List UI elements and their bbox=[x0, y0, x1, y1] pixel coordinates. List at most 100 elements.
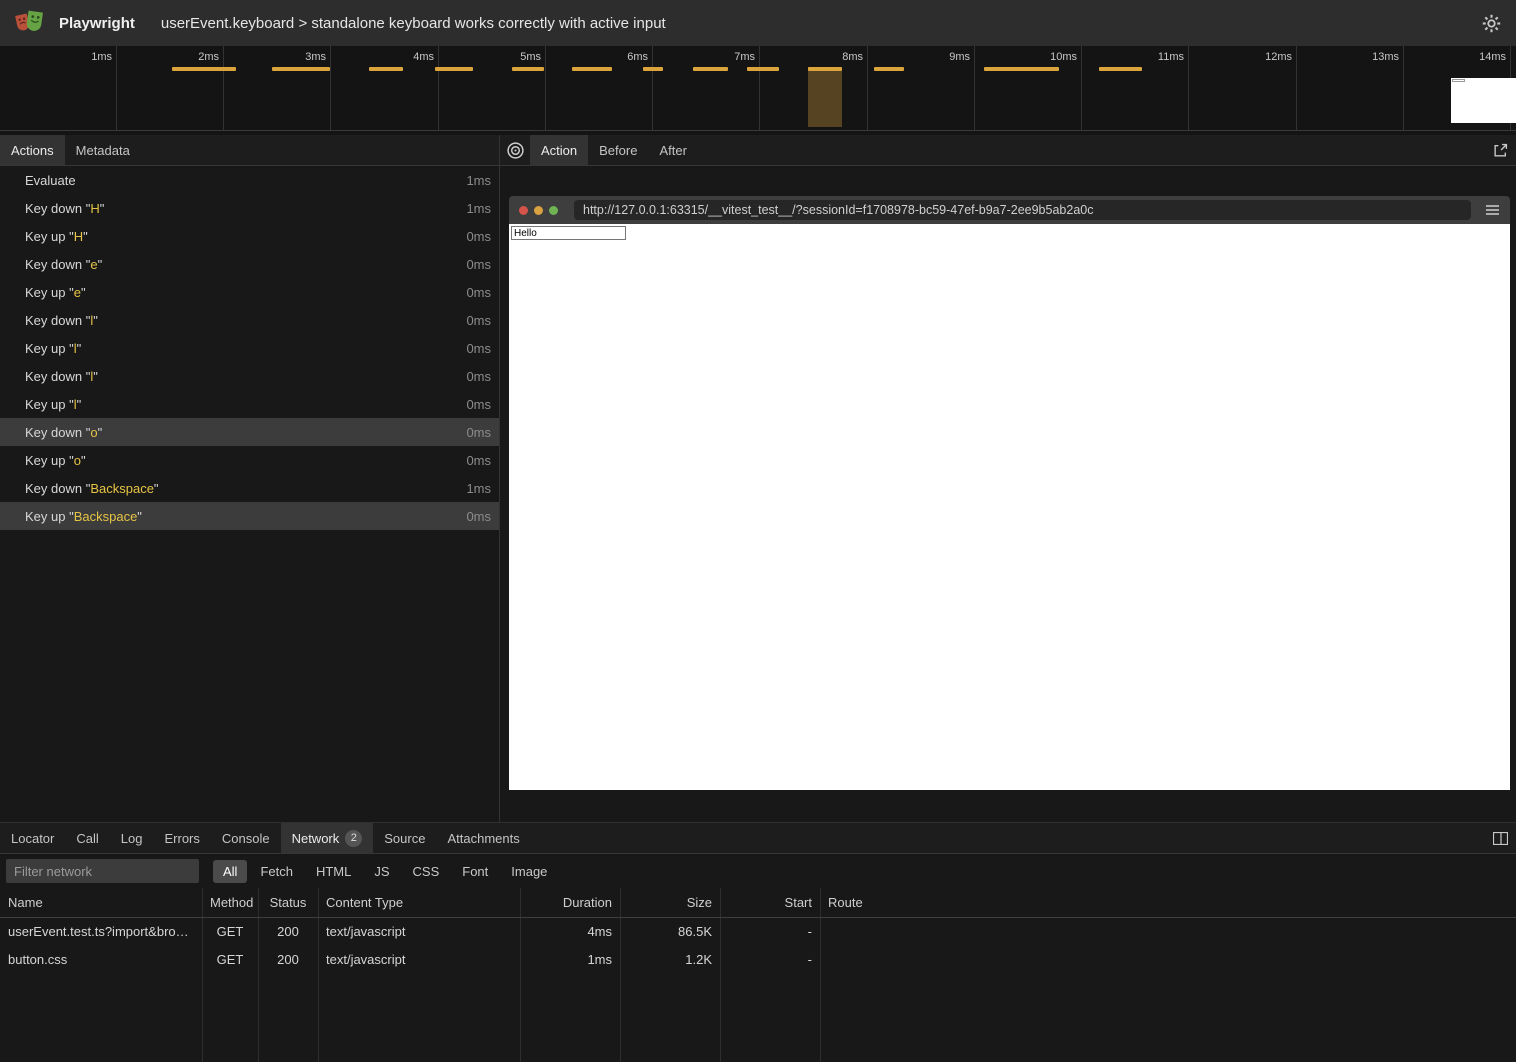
tab-before[interactable]: Before bbox=[588, 135, 648, 165]
action-key: l bbox=[74, 397, 77, 412]
timeline[interactable]: 1ms2ms3ms4ms5ms6ms7ms8ms9ms10ms11ms12ms1… bbox=[0, 46, 1516, 131]
timeline-tick-label: 10ms bbox=[999, 51, 1077, 63]
action-key: o bbox=[90, 425, 97, 440]
action-duration: 1ms bbox=[466, 201, 491, 216]
action-row[interactable]: Key up "Backspace"0ms bbox=[0, 502, 499, 530]
timeline-action-bar[interactable] bbox=[272, 67, 330, 71]
action-key: l bbox=[90, 369, 93, 384]
net-header-content-type[interactable]: Content Type bbox=[318, 888, 520, 917]
filter-chip-js[interactable]: JS bbox=[364, 860, 399, 883]
net-cell-content-type: text/javascript bbox=[318, 918, 520, 946]
action-row[interactable]: Key down "Backspace"1ms bbox=[0, 474, 499, 502]
action-duration: 0ms bbox=[466, 369, 491, 384]
action-row[interactable]: Key down "H"1ms bbox=[0, 194, 499, 222]
net-cell-start: - bbox=[720, 946, 820, 974]
action-row[interactable]: Key down "e"0ms bbox=[0, 250, 499, 278]
action-row[interactable]: Key up "l" 0ms bbox=[0, 334, 499, 362]
timeline-action-bar[interactable] bbox=[435, 67, 473, 71]
network-request-row[interactable]: button.cssGET200text/javascript1ms1.2K- bbox=[0, 946, 1516, 974]
action-row[interactable]: Key down "l"0ms bbox=[0, 306, 499, 334]
timeline-tick-label: 12ms bbox=[1214, 51, 1292, 63]
net-cell-size: 1.2K bbox=[620, 946, 720, 974]
playwright-masks-icon bbox=[14, 9, 47, 38]
timeline-action-bar[interactable] bbox=[984, 67, 1059, 71]
columns-icon[interactable] bbox=[1493, 832, 1508, 845]
tab-call[interactable]: Call bbox=[65, 823, 109, 853]
action-title: Key up "l" bbox=[25, 397, 81, 412]
timeline-gridline bbox=[759, 46, 760, 130]
timeline-action-bar[interactable] bbox=[747, 67, 779, 71]
network-filter-input[interactable] bbox=[6, 859, 199, 883]
action-row[interactable]: Evaluate1ms bbox=[0, 166, 499, 194]
tab-locator[interactable]: Locator bbox=[0, 823, 65, 853]
timeline-action-bar[interactable] bbox=[1099, 67, 1142, 71]
timeline-action-bar[interactable] bbox=[512, 67, 544, 71]
timeline-action-bar[interactable] bbox=[808, 67, 842, 71]
target-icon[interactable] bbox=[500, 135, 530, 165]
timeline-action-bar[interactable] bbox=[643, 67, 663, 71]
timeline-gridline bbox=[1296, 46, 1297, 130]
filter-chip-image[interactable]: Image bbox=[501, 860, 557, 883]
net-header-route[interactable]: Route bbox=[820, 888, 1516, 917]
popout-icon[interactable] bbox=[1493, 143, 1508, 158]
action-row[interactable]: Key down "o"0ms bbox=[0, 418, 499, 446]
timeline-action-bar[interactable] bbox=[874, 67, 904, 71]
tab-actions[interactable]: Actions bbox=[0, 135, 65, 165]
net-header-size[interactable]: Size bbox=[620, 888, 720, 917]
filter-chip-fetch[interactable]: Fetch bbox=[250, 860, 303, 883]
action-row[interactable]: Key up "o"0ms bbox=[0, 446, 499, 474]
net-header-name[interactable]: Name bbox=[0, 888, 202, 917]
action-row[interactable]: Key up "e"0ms bbox=[0, 278, 499, 306]
tab-console[interactable]: Console bbox=[211, 823, 281, 853]
timeline-action-bar[interactable] bbox=[369, 67, 403, 71]
timeline-tick-label: 8ms bbox=[785, 51, 863, 63]
tab-errors[interactable]: Errors bbox=[153, 823, 210, 853]
topbar: Playwright userEvent.keyboard > standalo… bbox=[0, 0, 1516, 46]
hamburger-icon bbox=[1485, 204, 1500, 216]
network-table-body: userEvent.test.ts?import&bro…GET200text/… bbox=[0, 918, 1516, 974]
tab-metadata[interactable]: Metadata bbox=[65, 135, 141, 165]
net-header-method[interactable]: Method bbox=[202, 888, 258, 917]
gear-icon[interactable] bbox=[1481, 13, 1502, 34]
timeline-action-bar[interactable] bbox=[693, 67, 728, 71]
tab-log[interactable]: Log bbox=[110, 823, 154, 853]
action-duration: 0ms bbox=[466, 229, 491, 244]
action-duration: 1ms bbox=[466, 481, 491, 496]
net-cell-route bbox=[820, 918, 1516, 946]
net-header-duration[interactable]: Duration bbox=[520, 888, 620, 917]
tab-action[interactable]: Action bbox=[530, 135, 588, 165]
network-request-row[interactable]: userEvent.test.ts?import&bro…GET200text/… bbox=[0, 918, 1516, 946]
timeline-tick-label: 1ms bbox=[34, 51, 112, 63]
filter-chip-all[interactable]: All bbox=[213, 860, 247, 883]
filter-chip-html[interactable]: HTML bbox=[306, 860, 361, 883]
action-title: Key down "l" bbox=[25, 369, 98, 384]
timeline-action-bar[interactable] bbox=[172, 67, 236, 71]
filter-chip-font[interactable]: Font bbox=[452, 860, 498, 883]
timeline-tick-label: 2ms bbox=[141, 51, 219, 63]
action-row[interactable]: Key up "H"0ms bbox=[0, 222, 499, 250]
action-row[interactable]: Key down "l" 0ms bbox=[0, 362, 499, 390]
action-title: Key down "o" bbox=[25, 425, 102, 440]
tab-after[interactable]: After bbox=[648, 135, 697, 165]
tab-attachments[interactable]: Attachments bbox=[436, 823, 530, 853]
page-text-input[interactable] bbox=[511, 226, 626, 240]
timeline-action-bar[interactable] bbox=[572, 67, 612, 71]
net-header-start[interactable]: Start bbox=[720, 888, 820, 917]
action-row[interactable]: Key up "l" 0ms bbox=[0, 390, 499, 418]
timeline-tick-label: 14ms bbox=[1428, 51, 1506, 63]
action-duration: 0ms bbox=[466, 285, 491, 300]
net-cell-duration: 4ms bbox=[520, 918, 620, 946]
network-type-chips: AllFetchHTMLJSCSSFontImage bbox=[213, 860, 560, 883]
bottom-panel: LocatorCallLogErrorsConsoleNetwork2Sourc… bbox=[0, 822, 1516, 1062]
action-key: l bbox=[90, 313, 93, 328]
action-title: Key up "l" bbox=[25, 341, 81, 356]
timeline-gridline bbox=[116, 46, 117, 130]
action-key: o bbox=[74, 453, 81, 468]
action-duration: 0ms bbox=[466, 341, 491, 356]
action-duration: 0ms bbox=[466, 397, 491, 412]
timeline-tick-label: 7ms bbox=[677, 51, 755, 63]
net-header-status[interactable]: Status bbox=[258, 888, 318, 917]
tab-network[interactable]: Network2 bbox=[281, 823, 374, 853]
tab-source[interactable]: Source bbox=[373, 823, 436, 853]
filter-chip-css[interactable]: CSS bbox=[403, 860, 450, 883]
